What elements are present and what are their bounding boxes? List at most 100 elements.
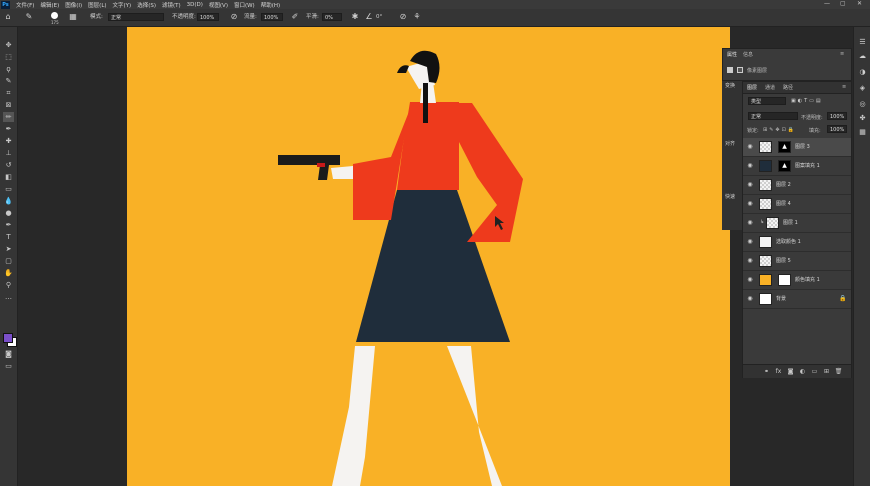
layers-icon[interactable]: ◈ [857, 83, 868, 93]
gradient-tool-icon[interactable]: ▭ [3, 184, 14, 194]
layer-name[interactable]: 背景 [776, 295, 786, 303]
menu-window[interactable]: 窗口(W) [234, 1, 255, 9]
close-icon[interactable]: ✕ [857, 0, 862, 7]
tab-paths[interactable]: 路径 [783, 84, 793, 91]
menu-type[interactable]: 文字(Y) [113, 1, 132, 9]
lasso-tool-icon[interactable]: ϙ [3, 64, 14, 74]
mask-thumbnail[interactable]: ▲ [778, 160, 791, 172]
flow-field[interactable]: 100% [261, 13, 283, 21]
filter-icons[interactable]: ▣◐T▭▤ [791, 98, 823, 104]
zoom-tool-icon[interactable]: ⚲ [3, 280, 14, 290]
brush-tool-selected-icon[interactable]: ✏ [3, 112, 14, 122]
pen-tool-icon[interactable]: ✒ [3, 220, 14, 230]
eye-icon[interactable]: ◉ [746, 181, 754, 189]
eye-icon[interactable]: ◉ [746, 276, 754, 284]
eye-icon[interactable]: ◉ [746, 219, 754, 227]
tab-layers[interactable]: 图层 [747, 84, 757, 91]
collapsed-transform[interactable]: 变换 [725, 82, 735, 89]
airbrush-icon[interactable]: ✐ [290, 12, 300, 22]
menu-help[interactable]: 帮助(H) [261, 1, 280, 9]
lock-icons[interactable]: ⊞✎✥⊡🔒 [763, 127, 796, 133]
type-tool-icon[interactable]: T [3, 232, 14, 242]
menu-layer[interactable]: 图层(L) [88, 1, 106, 9]
blend-mode-select[interactable]: 正常 [748, 112, 798, 120]
smoothing-field[interactable]: 0% [322, 13, 342, 21]
tab-properties[interactable]: 属性 [727, 51, 737, 58]
brush-settings-icon[interactable]: ▦ [68, 12, 78, 22]
adjustment-layer-icon[interactable]: ◐ [798, 367, 807, 376]
foreground-color-swatch[interactable] [3, 333, 13, 343]
layer-row[interactable]: ◉ 图层 5 [743, 252, 851, 271]
eye-icon[interactable]: ◉ [746, 162, 754, 170]
channels-icon[interactable]: ◎ [857, 99, 868, 109]
layer-filter-select[interactable]: 类型 [748, 97, 786, 105]
hand-tool-icon[interactable]: ✋ [3, 268, 14, 278]
add-mask-icon[interactable]: ◙ [786, 367, 795, 376]
brush-tool-icon[interactable]: ✎ [24, 12, 34, 22]
layer-row[interactable]: ◉ 背景 🔒 [743, 290, 851, 309]
menu-image[interactable]: 图像(I) [65, 1, 82, 9]
collapsed-quick-actions[interactable]: 快速 [725, 193, 735, 200]
pressure-size-icon[interactable]: ⊘ [398, 12, 408, 22]
pressure-opacity-icon[interactable]: ⊘ [229, 12, 239, 22]
layer-name[interactable]: 图层 4 [776, 200, 791, 208]
layer-name[interactable]: 图层 5 [776, 257, 791, 265]
marquee-tool-icon[interactable]: ⬚ [3, 52, 14, 62]
frame-tool-icon[interactable]: ⊠ [3, 100, 14, 110]
crop-tool-icon[interactable]: ⌗ [3, 88, 14, 98]
layers-menu-icon[interactable]: ≡ [842, 84, 846, 90]
angle-value[interactable]: 0° [376, 12, 382, 22]
home-icon[interactable]: ⌂ [3, 12, 13, 22]
tab-channels[interactable]: 通道 [765, 84, 775, 91]
layer-name[interactable]: 选取颜色 1 [776, 238, 801, 246]
layer-name[interactable]: 图案填充 1 [795, 162, 820, 170]
quick-select-tool-icon[interactable]: ✎ [3, 76, 14, 86]
layer-name[interactable]: 图层 1 [783, 219, 798, 227]
layer-row[interactable]: ◉ 颜色填充 1 [743, 271, 851, 290]
menu-file[interactable]: 文件(F) [16, 1, 34, 9]
mask-icon[interactable] [737, 67, 743, 73]
path-select-tool-icon[interactable]: ➤ [3, 244, 14, 254]
link-layers-icon[interactable]: ⚭ [762, 367, 771, 376]
learn-icon[interactable]: ☰ [857, 37, 868, 47]
smoothing-options-gear-icon[interactable]: ✱ [350, 12, 360, 22]
layer-row[interactable]: ◉ ▲ 图案填充 1 [743, 157, 851, 176]
eraser-tool-icon[interactable]: ◧ [3, 172, 14, 182]
paths-icon[interactable]: ✤ [857, 113, 868, 123]
move-tool-icon[interactable]: ✥ [3, 40, 14, 50]
stamp-tool-icon[interactable]: ⊥ [3, 148, 14, 158]
menu-filter[interactable]: 滤镜(T) [162, 1, 181, 9]
quick-mask-icon[interactable]: ◙ [3, 349, 14, 359]
layer-row[interactable]: ◉ 图层 4 [743, 195, 851, 214]
collapsed-align[interactable]: 对齐 [725, 140, 735, 147]
eyedropper-tool-icon[interactable]: ✒ [3, 124, 14, 134]
blur-tool-icon[interactable]: 💧 [3, 196, 14, 206]
healing-tool-icon[interactable]: ✚ [3, 136, 14, 146]
layer-style-fx-icon[interactable]: fx [774, 367, 783, 376]
delete-layer-icon[interactable]: 🗑 [834, 367, 843, 376]
document-canvas[interactable] [127, 27, 730, 486]
layer-name[interactable]: 颜色填充 1 [795, 276, 820, 284]
fill-field[interactable]: 100% [827, 125, 847, 133]
new-group-icon[interactable]: ▭ [810, 367, 819, 376]
layer-name[interactable]: 图层 3 [795, 143, 810, 151]
mask-thumbnail[interactable] [778, 274, 791, 286]
brush-preview-icon[interactable] [51, 12, 58, 19]
opacity-field[interactable]: 100% [197, 13, 219, 21]
mask-thumbnail[interactable]: ▲ [778, 141, 791, 153]
menu-select[interactable]: 选择(S) [137, 1, 156, 9]
mode-select[interactable]: 正常 [108, 13, 164, 21]
adjustments-icon[interactable]: ◑ [857, 67, 868, 77]
tab-info[interactable]: 信息 [743, 51, 753, 58]
menu-view[interactable]: 视图(V) [209, 1, 228, 9]
layer-row[interactable]: ◉ 选取颜色 1 [743, 233, 851, 252]
layer-row[interactable]: ◉ ↳ 图层 1 [743, 214, 851, 233]
layer-row[interactable]: ◉ 图层 2 [743, 176, 851, 195]
shape-tool-icon[interactable]: ▢ [3, 256, 14, 266]
layer-name[interactable]: 图层 2 [776, 181, 791, 189]
history-brush-icon[interactable]: ↺ [3, 160, 14, 170]
menu-edit[interactable]: 编辑(E) [40, 1, 59, 9]
eye-icon[interactable]: ◉ [746, 200, 754, 208]
eye-icon[interactable]: ◉ [746, 257, 754, 265]
more-tools-icon[interactable]: … [3, 292, 14, 302]
